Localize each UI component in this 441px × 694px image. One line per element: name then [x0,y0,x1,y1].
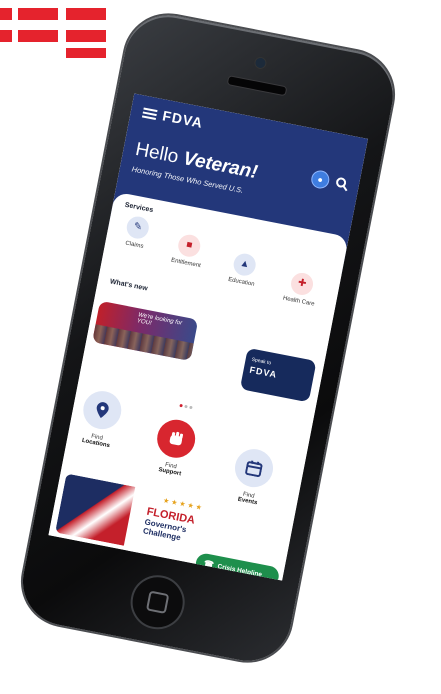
news-card-line2: FDVA [248,364,279,380]
news-card-speak[interactable]: Speak to FDVA [239,347,317,403]
service-label: Entitlement [170,257,202,270]
flag-graphic [55,473,136,546]
news-card-recruit[interactable]: We're looking for YOU! [92,300,199,362]
carousel-dots [178,394,196,415]
whats-new-title: What's new [109,278,149,293]
graduation-cap-icon: ▲ [231,251,258,278]
calendar-icon [231,445,277,491]
phone-mockup: FDVA Hello Veteran! Honoring Those Who S… [15,7,401,669]
service-label: Education [227,276,255,288]
medical-icon: ✚ [289,271,315,297]
news-card-text: We're looking for YOU! [136,312,183,327]
find-support-button[interactable]: Find Support [141,415,209,481]
location-pin-icon [80,387,125,433]
app-logo: FDVA [161,107,205,131]
service-education[interactable]: ▲ Education [216,249,271,290]
service-claims[interactable]: ✎ Claims [109,212,164,253]
pencil-icon: ✎ [124,214,151,241]
find-locations-button[interactable]: Find Locations [67,386,135,452]
search-icon[interactable] [334,176,350,192]
fist-icon [153,416,199,462]
notification-bell-icon[interactable]: ● [309,168,331,191]
service-label: Health Care [282,295,315,308]
hamburger-menu-icon[interactable] [141,107,158,121]
app-screen: FDVA Hello Veteran! Honoring Those Who S… [48,93,368,581]
service-health-care[interactable]: ✚ Health Care [273,268,328,309]
greeting-prefix: Hello [133,138,186,169]
find-events-button[interactable]: Find Events [218,444,286,510]
services-title: Services [124,201,154,215]
service-entitlement[interactable]: ■ Entitlement [161,230,216,271]
service-label: Claims [124,240,144,250]
briefcase-icon: ■ [176,232,203,259]
